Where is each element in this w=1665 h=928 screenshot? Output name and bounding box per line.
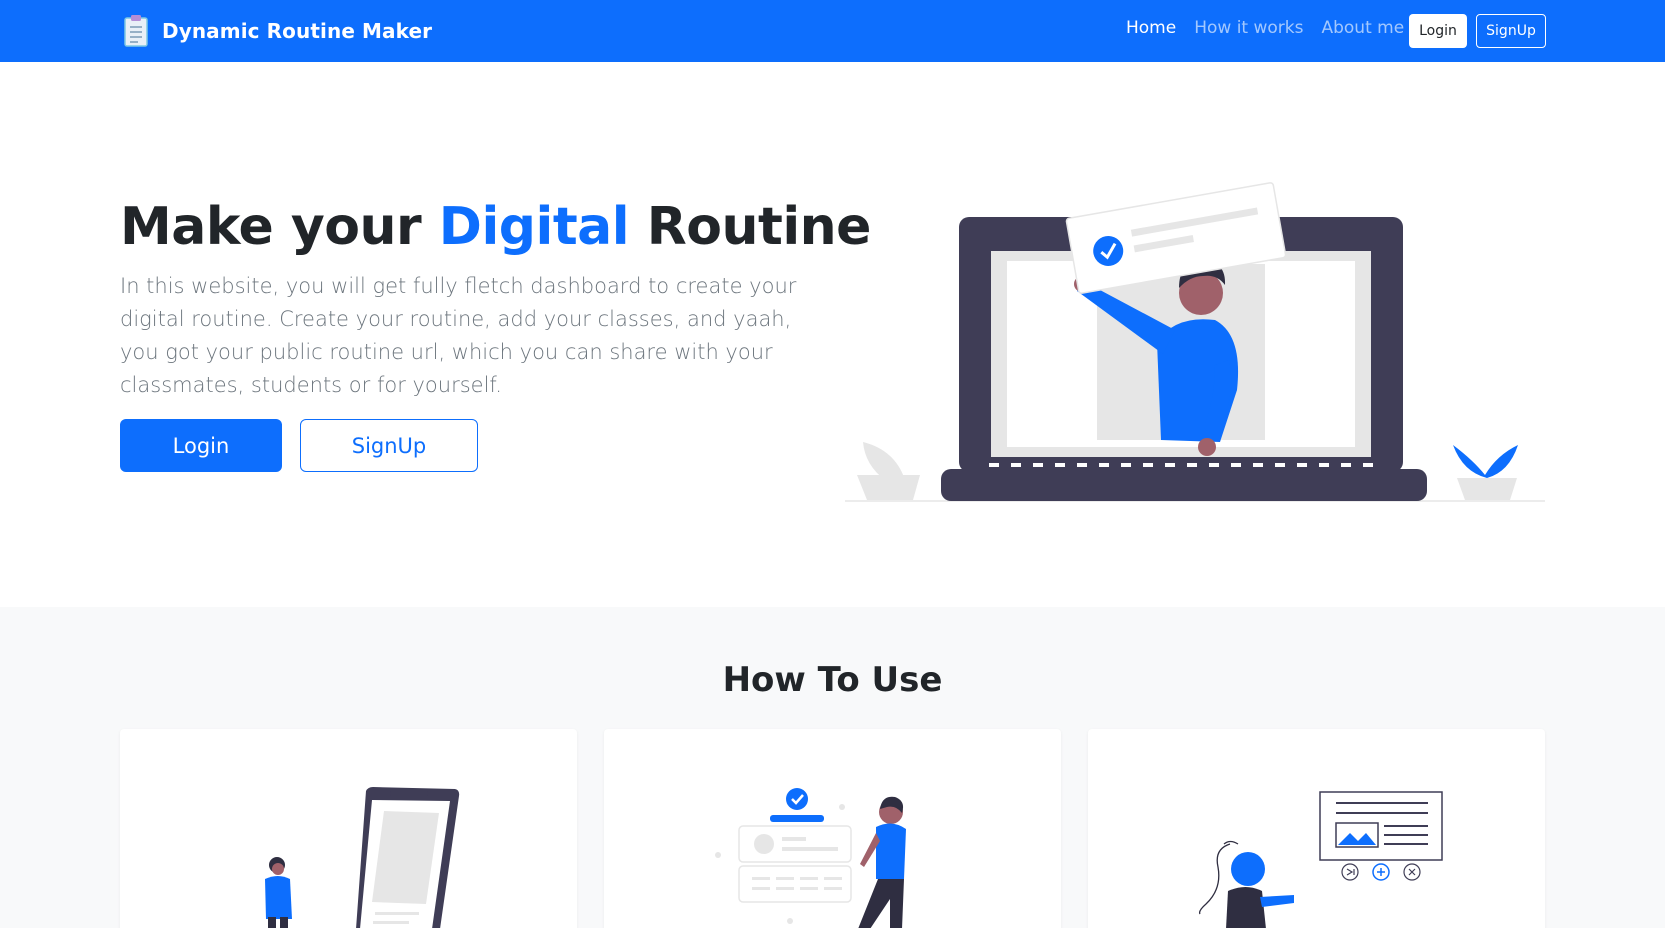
hero-title-part1: Make your (120, 197, 439, 257)
nav-signup-button[interactable]: SignUp (1476, 14, 1546, 48)
profile-check-illustration (715, 788, 906, 928)
how-to-card-1 (120, 729, 577, 928)
hero-title-part2: Routine (629, 197, 872, 257)
brand[interactable]: Dynamic Routine Maker (122, 13, 432, 49)
hero-description: In this website, you will get fully flet… (120, 274, 797, 397)
hero-title-accent: Digital (438, 197, 630, 257)
hero-title: Make your Digital Routine (120, 197, 871, 257)
laptop-person-illustration (845, 182, 1545, 502)
nav-how-it-works[interactable]: How it works (1194, 18, 1303, 38)
hero-login-button[interactable]: Login (120, 419, 282, 472)
how-to-card-2 (604, 729, 1061, 928)
brand-name: Dynamic Routine Maker (162, 19, 433, 43)
nav-links: Home How it works About me (1126, 18, 1404, 38)
nav-home[interactable]: Home (1126, 18, 1176, 38)
clipboard-icon (124, 15, 148, 47)
hero-signup-button[interactable]: SignUp (300, 419, 478, 472)
how-to-card-3 (1088, 729, 1545, 928)
nav-login-button[interactable]: Login (1409, 14, 1467, 48)
phone-person-illustration (265, 787, 460, 928)
how-to-use-title: How To Use (722, 660, 943, 700)
nav-about-me[interactable]: About me (1321, 18, 1404, 38)
navbar: Dynamic Routine Maker Home How it works … (0, 0, 1665, 62)
how-to-use-section: How To Use (0, 607, 1665, 928)
web-layout-illustration (1198, 791, 1443, 928)
